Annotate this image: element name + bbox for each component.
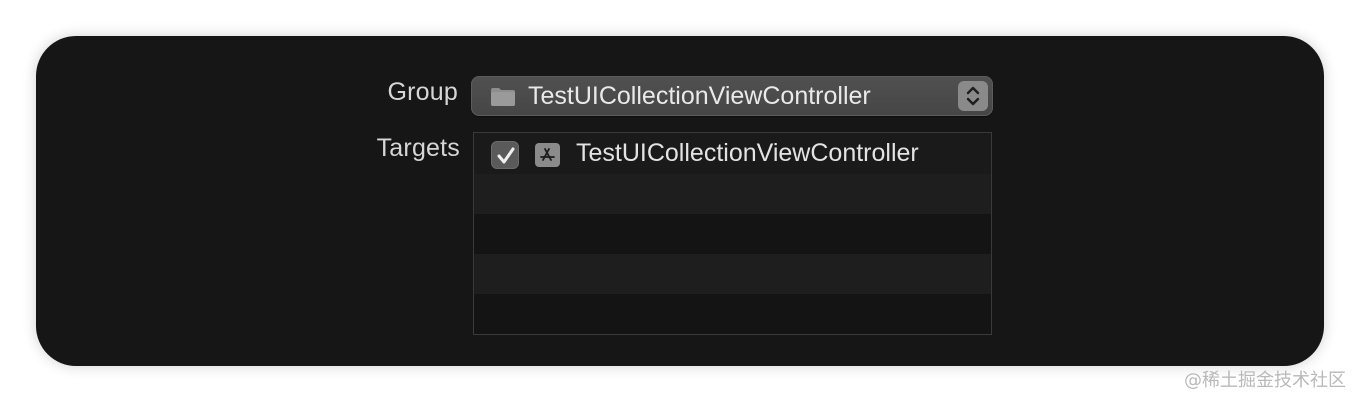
empty-list-row	[474, 174, 991, 214]
group-popup-button[interactable]: TestUICollectionViewController	[471, 76, 993, 116]
empty-list-row	[474, 214, 991, 254]
targets-list[interactable]: TestUICollectionViewController	[473, 132, 992, 335]
checkmark-icon	[497, 147, 515, 164]
empty-list-row	[474, 294, 991, 334]
target-checkbox[interactable]	[491, 141, 519, 169]
target-row[interactable]: TestUICollectionViewController	[474, 133, 991, 174]
group-label: Group	[387, 78, 458, 106]
target-name: TestUICollectionViewController	[576, 139, 919, 167]
folder-icon	[490, 87, 516, 107]
app-store-icon	[535, 143, 560, 167]
group-popup-value: TestUICollectionViewController	[528, 82, 871, 110]
empty-list-row	[474, 254, 991, 294]
watermark: @稀土掘金技术社区	[1184, 370, 1346, 391]
up-down-chevron-icon[interactable]	[958, 81, 988, 111]
targets-label: Targets	[376, 134, 460, 162]
